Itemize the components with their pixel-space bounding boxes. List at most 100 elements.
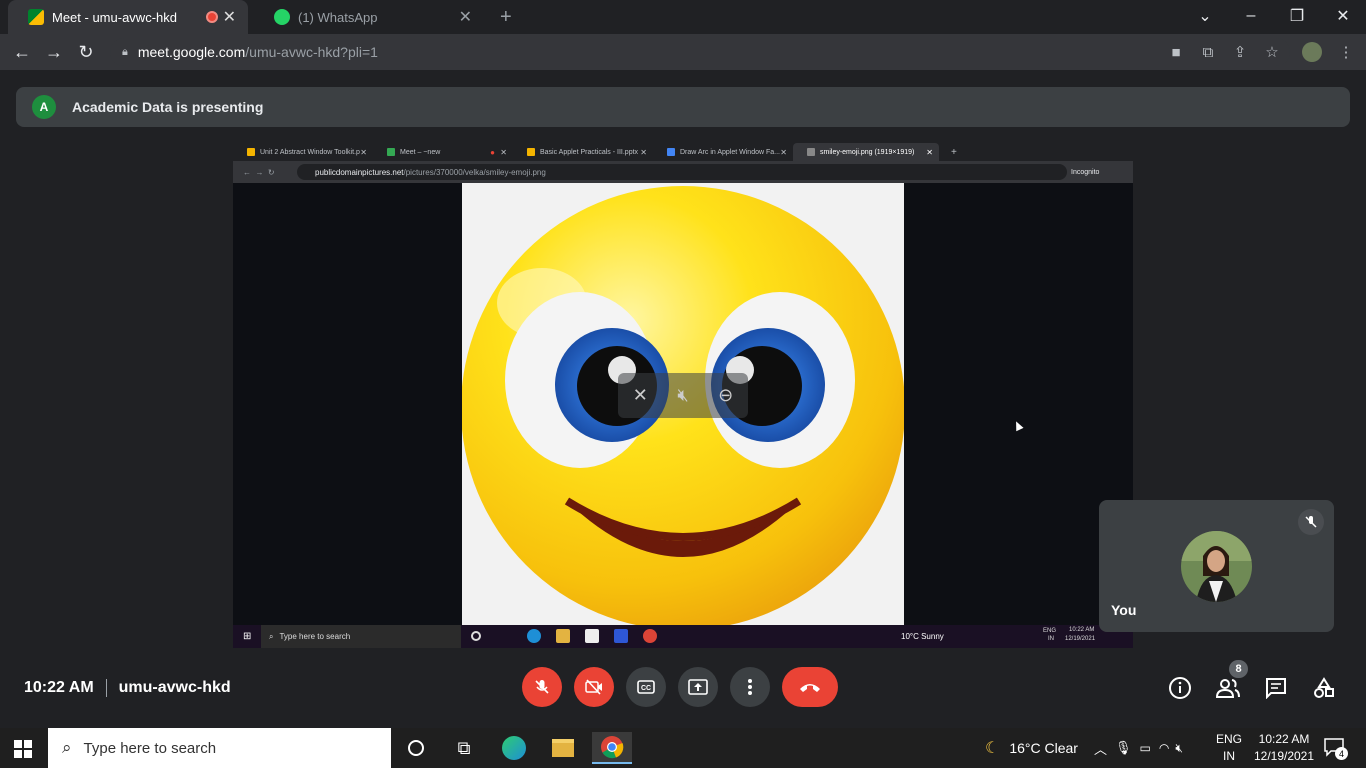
share-icon[interactable]: ⇪ — [1224, 34, 1256, 70]
forward-icon[interactable]: → — [38, 34, 70, 70]
mute-icon[interactable]: 🔇︎ — [677, 385, 688, 406]
more-options-button[interactable] — [730, 667, 770, 707]
closed-captions-icon: CC — [637, 680, 655, 694]
minimize-button[interactable]: – — [1228, 0, 1274, 32]
notifications-icon[interactable]: 4 — [1324, 738, 1348, 760]
self-name: You — [1111, 602, 1137, 618]
close-window-button[interactable]: ✕ — [1320, 0, 1366, 32]
remove-icon[interactable]: ⊖ — [718, 385, 733, 406]
url-path: /umu-avwc-hkd?pli=1 — [245, 44, 378, 60]
shared-tab: Meet – ~new ● ✕ — [373, 143, 513, 161]
system-tray: ☾ 16°C Clear ︿ 🎙︎ ▭ ◠ 🔇︎ — [985, 728, 1183, 768]
chat-button[interactable] — [1263, 675, 1289, 701]
presenting-text: Academic Data is presenting — [72, 99, 264, 115]
end-call-icon — [800, 684, 820, 692]
back-icon[interactable]: ← — [6, 34, 38, 70]
tab-whatsapp[interactable]: (1) WhatsApp ✕ — [254, 0, 484, 34]
presenting-banner: A Academic Data is presenting — [16, 87, 1350, 127]
shared-tab-active: smiley-emoji.png (1919×1919) ✕ — [793, 143, 939, 161]
leave-call-button[interactable] — [782, 667, 838, 707]
svg-text:CC: CC — [641, 685, 651, 692]
people-icon — [1215, 679, 1240, 698]
recording-icon — [206, 11, 218, 23]
chrome-taskbar-icon[interactable] — [592, 732, 632, 764]
shared-tabstrip: Unit 2 Abstract Window Toolkit.p ✕ Meet –… — [233, 141, 1133, 161]
camera-off-icon — [585, 679, 602, 695]
close-tab-icon[interactable]: ✕ — [459, 7, 472, 27]
meeting-time: 10:22 AM — [24, 679, 94, 696]
search-icon: ⌕ — [62, 738, 72, 757]
shared-search: ⌕ Type here to search — [261, 625, 461, 648]
mic-off-icon — [1298, 509, 1324, 535]
shared-new-tab: + — [951, 146, 957, 158]
browser-tabstrip: Meet - umu-avwc-hkd ✕ (1) WhatsApp ✕ + ⌄… — [0, 0, 1366, 34]
tab-search-icon[interactable]: ⌄ — [1182, 0, 1228, 32]
meeting-details: 10:22 AM umu-avwc-hkd — [24, 679, 231, 697]
file-explorer-icon[interactable] — [543, 732, 583, 764]
tab-title: Meet - umu-avwc-hkd — [52, 9, 177, 25]
chevron-up-icon[interactable]: ︿ — [1094, 739, 1107, 758]
language-indicator[interactable]: ENG IN — [1216, 731, 1242, 765]
cortana-icon[interactable] — [396, 732, 436, 764]
volume-muted-icon[interactable]: 🔇︎ — [1175, 741, 1183, 756]
shared-tab: Basic Applet Practicals - III.pptx ✕ — [513, 143, 653, 161]
self-video-tile[interactable]: You — [1099, 500, 1334, 632]
clock-date: 12/19/2021 — [1253, 749, 1315, 763]
meeting-details-button[interactable] — [1167, 675, 1193, 701]
presenter-avatar: A — [32, 95, 56, 119]
restore-button[interactable]: ❐ — [1274, 0, 1320, 32]
moon-icon: ☾ — [985, 740, 1000, 757]
activities-icon — [1314, 677, 1334, 698]
weather-text[interactable]: 16°C Clear — [1009, 740, 1078, 756]
clock-time: 10:22 AM — [1258, 732, 1310, 746]
notification-count-badge: 4 — [1335, 747, 1348, 760]
taskbar-search-box[interactable]: ⌕ Type here to search — [48, 728, 391, 768]
divider — [105, 679, 107, 697]
camera-toggle-button[interactable] — [574, 667, 614, 707]
tab-meet[interactable]: Meet - umu-avwc-hkd ✕ — [8, 0, 248, 34]
chat-icon — [1266, 678, 1286, 699]
activities-button[interactable] — [1311, 675, 1337, 701]
more-vert-icon — [748, 679, 752, 695]
microphone-toggle-button[interactable] — [522, 667, 562, 707]
pin-icon[interactable]: ✕ — [633, 385, 648, 406]
google-meet-icon — [28, 9, 44, 25]
meeting-code: umu-avwc-hkd — [118, 679, 231, 696]
bookmark-star-icon[interactable]: ☆ — [1256, 34, 1288, 70]
avatar — [1181, 531, 1252, 602]
shared-tab: Draw Arc in Applet Window Fa... ✕ — [653, 143, 793, 161]
windows-start-icon[interactable] — [14, 740, 32, 763]
close-tab-icon[interactable]: ✕ — [223, 7, 236, 27]
shared-taskbar: ⊞ ⌕ Type here to search 10°C Sunny ENG IN… — [233, 625, 1133, 648]
system-clock[interactable]: 10:22 AM 12/19/2021 — [1252, 731, 1316, 765]
task-view-icon[interactable]: ⧉ — [444, 732, 484, 764]
present-icon — [688, 679, 708, 695]
captions-button[interactable]: CC — [626, 667, 666, 707]
info-icon — [1169, 677, 1191, 699]
reload-icon[interactable]: ↻ — [70, 34, 102, 70]
lock-icon: 🔒︎ — [122, 45, 128, 58]
participants-count-badge: 8 — [1229, 660, 1248, 678]
browser-toolbar: ← → ↻ 🔒︎ meet.google.com/umu-avwc-hkd?pl… — [0, 34, 1366, 70]
shared-address-bar: ← → ↻ publicdomainpictures.net/pictures/… — [233, 161, 1133, 183]
edge-icon[interactable] — [494, 732, 534, 764]
present-screen-button[interactable] — [678, 667, 718, 707]
battery-icon[interactable]: ▭ — [1140, 741, 1151, 755]
camera-icon[interactable]: ■ — [1160, 34, 1192, 70]
microphone-icon[interactable]: 🎙︎ — [1115, 740, 1132, 756]
participants-button[interactable] — [1215, 675, 1241, 701]
whatsapp-icon — [274, 9, 290, 25]
address-bar[interactable]: 🔒︎ meet.google.com/umu-avwc-hkd?pli=1 — [110, 38, 1290, 66]
mic-off-icon — [535, 680, 549, 694]
presentation-overlay: ✕ 🔇︎ ⊖ — [618, 373, 748, 418]
wifi-icon[interactable]: ◠ — [1159, 741, 1169, 755]
new-tab-button[interactable]: + — [500, 6, 512, 29]
shared-tab: Unit 2 Abstract Window Toolkit.p ✕ — [233, 143, 373, 161]
incognito-label: Incognito — [1071, 168, 1100, 176]
profile-avatar[interactable] — [1302, 42, 1322, 62]
url-host: meet.google.com — [137, 44, 246, 60]
search-placeholder: Type here to search — [83, 739, 217, 757]
tab-title: (1) WhatsApp — [298, 9, 378, 25]
menu-icon[interactable]: ⋮ — [1330, 34, 1362, 70]
translate-icon[interactable]: ⧉ — [1192, 34, 1224, 70]
